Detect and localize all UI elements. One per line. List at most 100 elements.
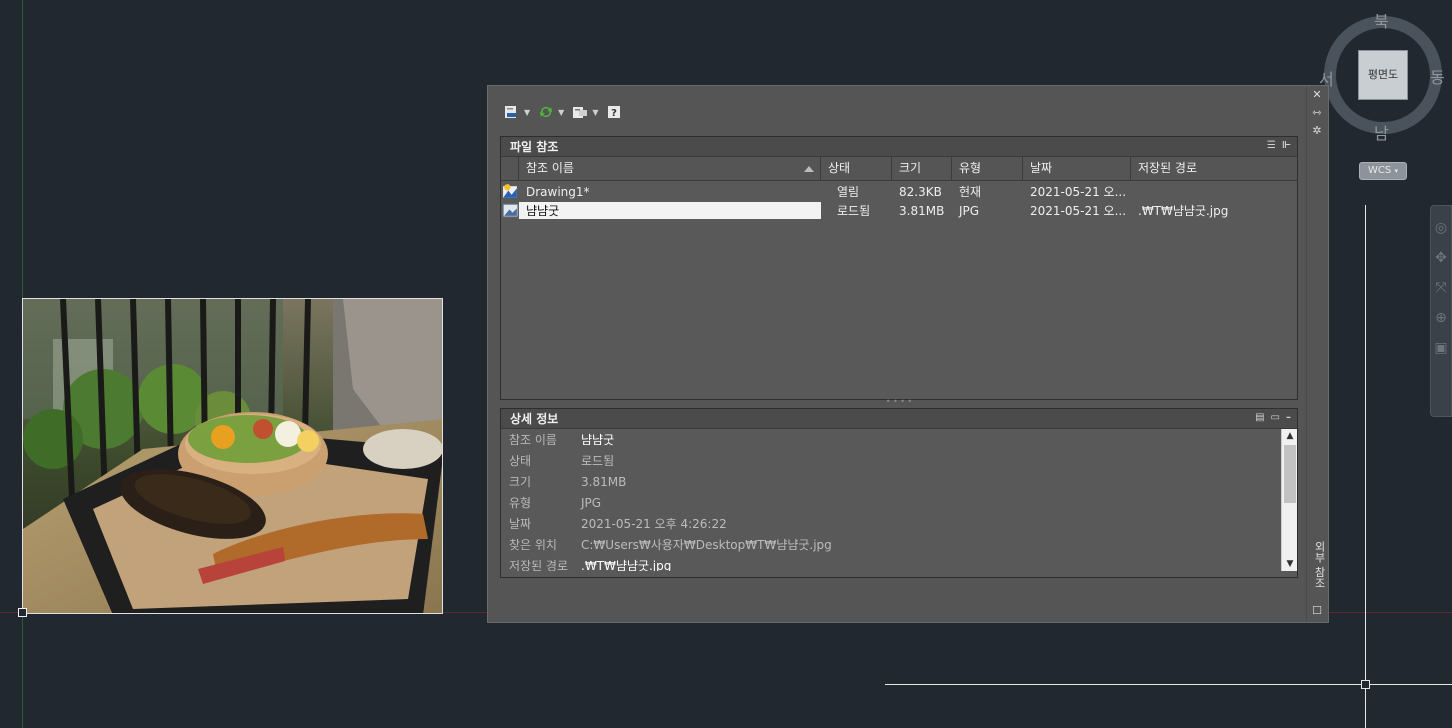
detail-row: 크기 3.81MB bbox=[501, 471, 1297, 492]
detail-value: 로드됨 bbox=[581, 454, 615, 468]
ref-name: Drawing1* bbox=[526, 184, 590, 199]
chevron-down-icon: ▾ bbox=[1394, 167, 1398, 175]
compass-east[interactable]: 동 bbox=[1430, 64, 1445, 88]
navigation-bar[interactable]: ◎ ✥ ⤧ ⊕ ▣ bbox=[1430, 205, 1452, 417]
detail-label: 유형 bbox=[509, 496, 532, 510]
preview-icon[interactable]: ▭ bbox=[1271, 412, 1280, 423]
column-date[interactable]: 날짜 bbox=[1023, 157, 1131, 181]
ref-date: 2021-05-21 오... bbox=[1030, 204, 1127, 218]
details-title: 상세 정보 bbox=[510, 412, 559, 426]
food-photo bbox=[23, 299, 442, 613]
column-saved-path[interactable]: 저장된 경로 bbox=[1131, 157, 1297, 181]
wcs-menu-button[interactable]: WCS ▾ bbox=[1359, 162, 1407, 180]
xref-toolbar: ▼ ▼ ▼ ? bbox=[502, 100, 624, 124]
column-saved-path-label: 저장된 경로 bbox=[1138, 161, 1198, 175]
wcs-label: WCS bbox=[1368, 165, 1392, 176]
ref-status: 열림 bbox=[837, 185, 860, 199]
scrollbar-thumb[interactable] bbox=[1284, 445, 1296, 503]
chevron-down-icon[interactable]: ▼ bbox=[524, 108, 530, 117]
details-scrollbar[interactable]: ▲ ▼ bbox=[1281, 429, 1297, 571]
attach-dwg-icon bbox=[505, 106, 516, 118]
table-row[interactable]: Drawing1* 열림 82.3KB 현재 2021-05-21 오... bbox=[501, 182, 1297, 201]
column-ref-name-label: 참조 이름 bbox=[526, 161, 574, 175]
compass-south[interactable]: 남 bbox=[1374, 120, 1389, 144]
detail-row: 유형 JPG bbox=[501, 492, 1297, 513]
details-body: 참조 이름 냠냠굿 상태 로드됨 크기 3.81MB 유형 JPG 날짜 2021-05-… bbox=[501, 429, 1297, 571]
detail-label: 찾은 위치 bbox=[509, 538, 557, 552]
palette-title: 외부 참조 bbox=[1313, 541, 1326, 589]
auto-hide-icon[interactable]: ⇿ bbox=[1310, 106, 1324, 120]
detail-value[interactable]: 냠냠굿 bbox=[581, 431, 614, 448]
ref-name: 냠냠굿 bbox=[519, 202, 821, 219]
chevron-down-icon[interactable]: ▼ bbox=[558, 108, 564, 117]
image-grip[interactable] bbox=[18, 608, 27, 617]
panel-splitter[interactable]: • • • • bbox=[500, 398, 1298, 406]
tree-view-icon[interactable]: ⊩ bbox=[1282, 140, 1291, 151]
ref-date: 2021-05-21 오... bbox=[1030, 185, 1127, 199]
detail-value: 2021-05-21 오후 4:26:22 bbox=[581, 517, 727, 531]
help-button[interactable]: ? bbox=[604, 101, 624, 123]
palette-grip-icon[interactable]: ☐ bbox=[1310, 604, 1324, 618]
properties-icon[interactable]: ✲ bbox=[1310, 124, 1324, 138]
svg-text:?: ? bbox=[612, 108, 618, 119]
refresh-button[interactable]: ▼ bbox=[536, 101, 566, 123]
showmotion-icon[interactable]: ▣ bbox=[1431, 340, 1451, 356]
column-type-label: 유형 bbox=[959, 161, 982, 175]
xref-palette[interactable]: ▼ ▼ ▼ ? 파일 참조 ☰ ⊩ 참조 이름 상태 크기 유형 날짜 저장된 … bbox=[487, 85, 1329, 623]
column-status[interactable]: 상태 bbox=[821, 157, 892, 181]
file-references-panel: 파일 참조 ☰ ⊩ 참조 이름 상태 크기 유형 날짜 저장된 경로 Drawi… bbox=[500, 136, 1298, 400]
orbit-icon[interactable]: ⊕ bbox=[1431, 310, 1451, 326]
viewcube[interactable]: 평면도 북 남 동 서 bbox=[1318, 8, 1452, 143]
compass-north[interactable]: 북 bbox=[1374, 8, 1389, 32]
detail-label: 상태 bbox=[509, 454, 532, 468]
attached-image[interactable] bbox=[22, 298, 443, 614]
close-icon[interactable]: ✕ bbox=[1310, 88, 1324, 102]
details-header: 상세 정보 ▤ ▭ – bbox=[501, 409, 1297, 429]
change-path-icon bbox=[573, 107, 588, 118]
detail-label: 날짜 bbox=[509, 517, 532, 531]
ref-size: 3.81MB bbox=[899, 203, 945, 218]
refresh-icon bbox=[540, 107, 553, 117]
chevron-down-icon[interactable]: ▼ bbox=[592, 108, 598, 117]
column-date-label: 날짜 bbox=[1030, 161, 1053, 175]
detail-row: 저장된 경로 .₩T₩냠냠굿.jpg bbox=[501, 555, 1297, 571]
attach-dwg-button[interactable]: ▼ bbox=[502, 101, 532, 123]
detail-row: 상태 로드됨 bbox=[501, 450, 1297, 471]
detail-value[interactable]: .₩T₩냠냠굿.jpg bbox=[581, 557, 671, 571]
scroll-up-icon[interactable]: ▲ bbox=[1282, 429, 1297, 443]
scroll-down-icon[interactable]: ▼ bbox=[1282, 557, 1297, 571]
drawing-canvas[interactable]: 평면도 북 남 동 서 WCS ▾ ◎ ✥ ⤧ ⊕ ▣ ▼ ▼ ▼ ? 파일 참… bbox=[0, 0, 1452, 728]
detail-row: 참조 이름 냠냠굿 bbox=[501, 429, 1297, 450]
steering-wheel-icon[interactable]: ◎ bbox=[1431, 220, 1451, 236]
pan-icon[interactable]: ✥ bbox=[1431, 250, 1451, 266]
detail-row: 찾은 위치 C:₩Users₩사용자₩Desktop₩T₩냠냠굿.jpg bbox=[501, 534, 1297, 555]
viewcube-face-top[interactable]: 평면도 bbox=[1358, 50, 1408, 100]
file-references-list: Drawing1* 열림 82.3KB 현재 2021-05-21 오... 냠… bbox=[501, 181, 1297, 220]
ref-type: 현재 bbox=[959, 185, 982, 199]
table-row[interactable]: 냠냠굿 로드됨 3.81MB JPG 2021-05-21 오... .₩T₩냠… bbox=[501, 201, 1297, 220]
raster-image-icon bbox=[502, 203, 519, 218]
ref-saved-path: .₩T₩냠냠굿.jpg bbox=[1138, 204, 1229, 218]
column-status-label: 상태 bbox=[828, 161, 851, 175]
list-view-icon[interactable]: ☰ bbox=[1267, 140, 1276, 151]
detail-value: 3.81MB bbox=[581, 474, 627, 489]
column-size[interactable]: 크기 bbox=[892, 157, 952, 181]
ref-size: 82.3KB bbox=[899, 184, 942, 199]
collapse-icon[interactable]: – bbox=[1286, 412, 1291, 423]
detail-value: JPG bbox=[581, 495, 602, 510]
icon-column bbox=[501, 157, 519, 181]
help-icon: ? bbox=[608, 106, 621, 119]
detail-value: C:₩Users₩사용자₩Desktop₩T₩냠냠굿.jpg bbox=[581, 538, 832, 552]
detail-label: 저장된 경로 bbox=[509, 559, 569, 571]
change-path-button[interactable]: ▼ bbox=[570, 101, 600, 123]
column-ref-name[interactable]: 참조 이름 bbox=[519, 157, 821, 181]
detail-row: 날짜 2021-05-21 오후 4:26:22 bbox=[501, 513, 1297, 534]
detail-label: 크기 bbox=[509, 475, 532, 489]
palette-title-bar[interactable]: ✕ ⇿ ✲ 외부 참조 ☐ bbox=[1306, 86, 1328, 622]
detail-label: 참조 이름 bbox=[509, 433, 557, 447]
file-references-column-header: 참조 이름 상태 크기 유형 날짜 저장된 경로 bbox=[501, 157, 1297, 181]
sort-ascending-icon bbox=[804, 166, 814, 172]
column-type[interactable]: 유형 bbox=[952, 157, 1023, 181]
details-view-icon[interactable]: ▤ bbox=[1255, 412, 1264, 423]
zoom-icon[interactable]: ⤧ bbox=[1431, 280, 1451, 296]
